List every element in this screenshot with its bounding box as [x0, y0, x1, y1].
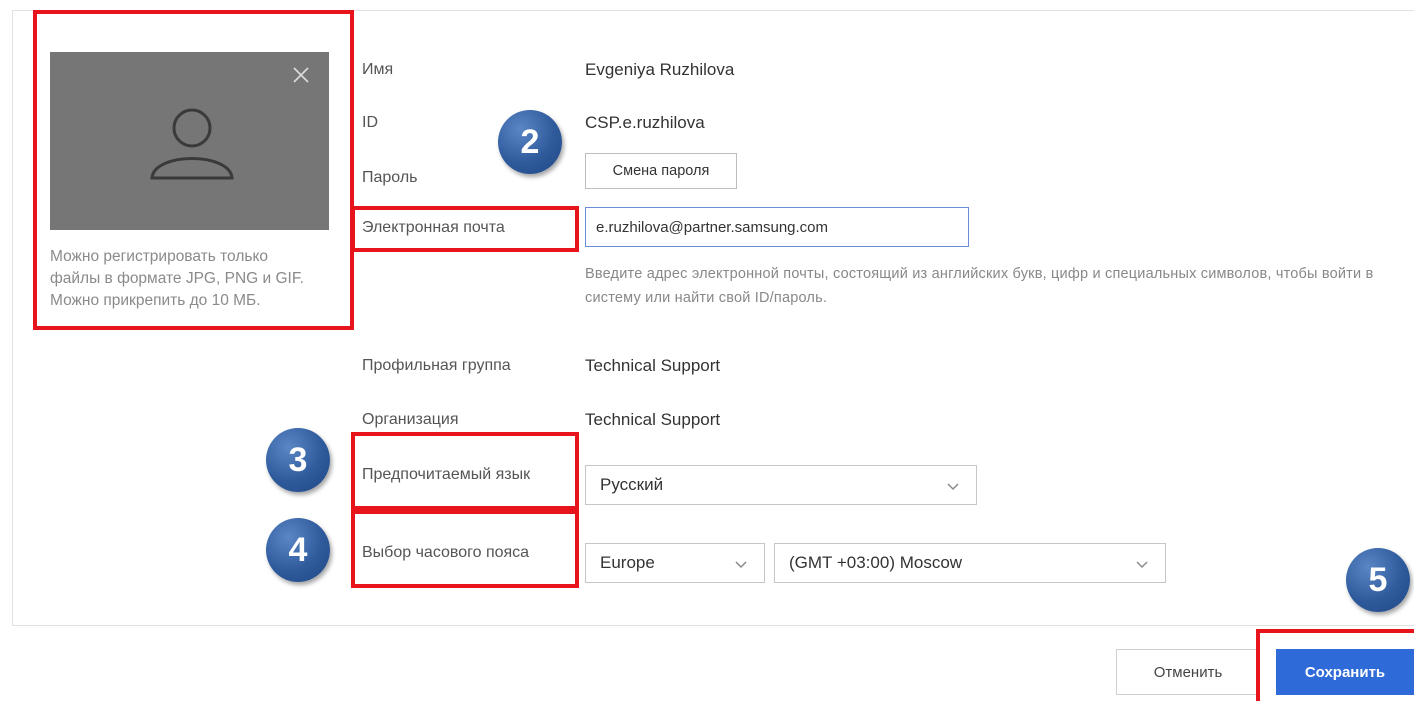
profile-group-label: Профильная группа	[362, 357, 511, 374]
email-help: Введите адрес электронной почты, состоящ…	[585, 266, 1374, 306]
highlight-photo	[33, 10, 354, 330]
timezone-region-select[interactable]: Europe	[585, 543, 765, 583]
timezone-select[interactable]: (GMT +03:00) Moscow	[774, 543, 1166, 583]
timezone-region-value: Europe	[600, 553, 655, 572]
highlight-language	[351, 432, 579, 510]
step-badge-5: 5	[1346, 548, 1410, 612]
timezone-value: (GMT +03:00) Moscow	[789, 553, 963, 572]
id-value: CSP.e.ruzhilova	[585, 113, 705, 132]
email-input[interactable]	[585, 207, 969, 247]
language-select-value: Русский	[600, 475, 664, 494]
organization-label: Организация	[362, 411, 459, 428]
change-password-button[interactable]: Смена пароля	[585, 153, 737, 189]
highlight-email	[351, 206, 579, 252]
language-select[interactable]: Русский	[585, 465, 977, 505]
chevron-down-icon	[1135, 556, 1149, 576]
profile-group-value: Technical Support	[585, 356, 721, 375]
highlight-timezone	[351, 510, 579, 588]
step-badge-3: 3	[266, 428, 330, 492]
step-badge-4: 4	[266, 518, 330, 582]
name-label: Имя	[362, 61, 394, 78]
name-value: Evgeniya Ruzhilova	[585, 60, 735, 79]
password-label: Пароль	[362, 169, 418, 186]
chevron-down-icon	[946, 478, 960, 498]
step-badge-2: 2	[498, 110, 562, 174]
highlight-save	[1256, 629, 1414, 701]
cancel-button[interactable]: Отменить	[1116, 649, 1260, 695]
chevron-down-icon	[734, 556, 748, 576]
organization-value: Technical Support	[585, 410, 721, 429]
